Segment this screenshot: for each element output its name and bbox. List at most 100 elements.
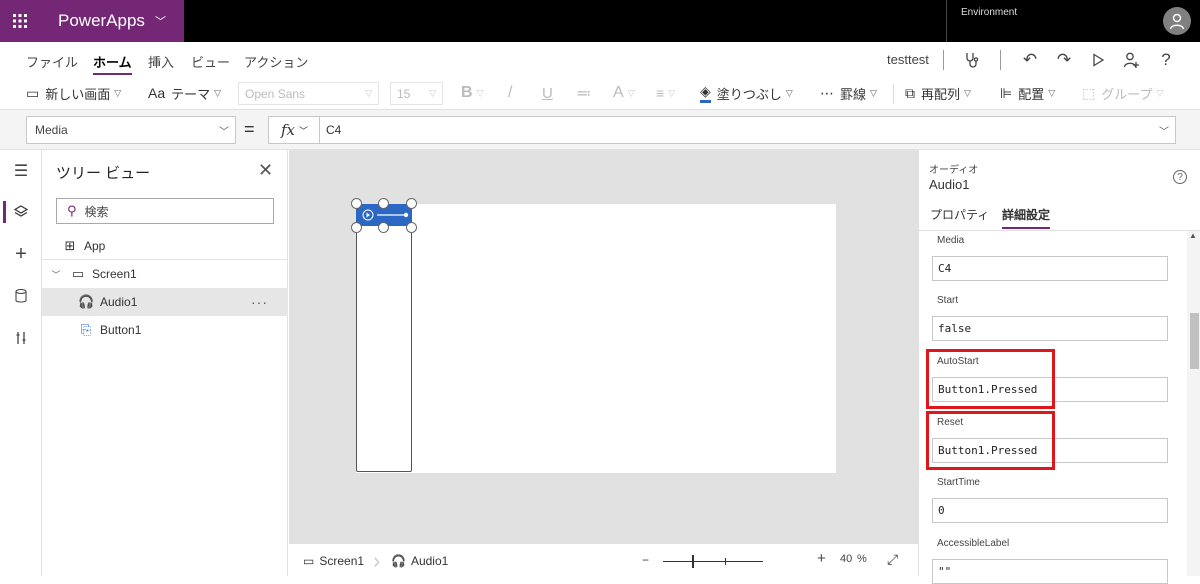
- expand-formula-icon[interactable]: ﹀: [1159, 123, 1169, 138]
- chevron-down-icon: ▽: [785, 87, 793, 98]
- tree-view-button[interactable]: [10, 201, 32, 223]
- property-select[interactable]: Media ﹀: [26, 116, 236, 144]
- new-screen-label: 新しい画面: [45, 86, 111, 102]
- resize-handle[interactable]: [378, 222, 389, 233]
- redo-icon: ↷: [1056, 50, 1072, 69]
- divider: [1000, 50, 1001, 70]
- chevron-down-icon: ▽: [365, 88, 372, 98]
- underline-icon: U: [542, 84, 553, 102]
- close-icon[interactable]: ✕: [258, 160, 273, 181]
- font-size-value: 15: [397, 86, 411, 101]
- tree-view-title: ツリー ビュー: [56, 165, 151, 182]
- zoom-slider-thumb[interactable]: [692, 555, 694, 568]
- strikethrough-button[interactable]: ≕: [576, 83, 591, 103]
- border-button[interactable]: ⋯ 罫線 ▽: [820, 83, 877, 103]
- font-family-select[interactable]: Open Sans ▽: [238, 82, 379, 105]
- tree-item-screen1[interactable]: ﹀ ▭ Screen1: [42, 260, 288, 288]
- avatar[interactable]: [1163, 7, 1191, 35]
- help-icon[interactable]: ?: [1173, 170, 1187, 184]
- hamburger-menu-button[interactable]: ☰: [10, 160, 32, 182]
- font-size-select[interactable]: 15 ▽: [390, 82, 443, 105]
- theme-button[interactable]: Aa テーマ ▽: [148, 83, 221, 103]
- resize-handle[interactable]: [378, 198, 389, 209]
- tree-item-audio1[interactable]: 🎧 Audio1 ···: [42, 288, 288, 316]
- resize-handle[interactable]: [351, 198, 362, 209]
- divider: [943, 50, 944, 70]
- breadcrumb-control[interactable]: 🎧 Audio1: [391, 554, 448, 568]
- screen-canvas[interactable]: [356, 204, 836, 473]
- more-options-button[interactable]: ···: [251, 294, 268, 310]
- left-rail: ☰ +: [0, 150, 42, 576]
- group-button[interactable]: ⬚ グループ ▽: [1082, 83, 1163, 103]
- paint-bucket-icon: ◈: [700, 83, 711, 103]
- tree-item-button1[interactable]: ⎘ Button1: [42, 316, 288, 344]
- app-checker-button[interactable]: [962, 50, 982, 70]
- chevron-down-icon: ▽: [476, 87, 484, 98]
- chevron-down-icon[interactable]: ﹀: [48, 268, 64, 281]
- fit-to-window-button[interactable]: ⤢: [887, 551, 898, 568]
- tab-properties[interactable]: プロパティ: [930, 206, 989, 223]
- advanced-tools-button[interactable]: [10, 327, 32, 349]
- breadcrumb-separator: ›: [373, 548, 381, 573]
- resize-handle[interactable]: [406, 222, 417, 233]
- reorder-icon: ⧉: [905, 84, 915, 101]
- environment-picker[interactable]: Environment: [946, 0, 1156, 42]
- redo-button[interactable]: ↷: [1054, 50, 1074, 70]
- function-button[interactable]: fx ﹀: [268, 116, 320, 144]
- zoom-slider-tick: [725, 558, 726, 565]
- breadcrumb-screen[interactable]: ▭ Screen1: [303, 554, 364, 568]
- tree-item-app[interactable]: ⊞ App: [42, 232, 288, 260]
- data-sources-button[interactable]: [10, 285, 32, 307]
- control-type: オーディオ: [929, 165, 979, 176]
- field-input-start[interactable]: false: [932, 316, 1168, 341]
- app-name-menu[interactable]: PowerApps ﹀: [40, 0, 184, 42]
- fill-button[interactable]: ◈ 塗りつぶし ▽: [700, 83, 793, 103]
- formula-input[interactable]: C4 ﹀: [319, 116, 1176, 144]
- zoom-unit: %: [857, 553, 867, 565]
- border-icon: ⋯: [820, 84, 834, 101]
- resize-handle[interactable]: [351, 222, 362, 233]
- user-name: testtest: [887, 52, 929, 67]
- scroll-up-icon[interactable]: ▲: [1189, 231, 1197, 240]
- field-input-starttime[interactable]: 0: [932, 498, 1168, 523]
- tab-insert[interactable]: 挿入: [148, 52, 174, 71]
- field-label-starttime: StartTime: [937, 477, 980, 488]
- resize-handle[interactable]: [406, 198, 417, 209]
- waffle-icon: [13, 14, 27, 28]
- new-screen-button[interactable]: ▭ 新しい画面 ▽: [26, 83, 121, 103]
- reorder-button[interactable]: ⧉ 再配列 ▽: [905, 83, 971, 103]
- tab-action[interactable]: アクション: [244, 52, 308, 71]
- bold-button[interactable]: B ▽: [461, 83, 483, 103]
- align-icon: ⊫: [1000, 84, 1013, 101]
- search-input[interactable]: ⚲ 検索: [56, 198, 274, 224]
- chevron-down-icon: ▽: [964, 87, 971, 98]
- zoom-in-button[interactable]: +: [817, 550, 826, 567]
- tab-view[interactable]: ビュー: [191, 52, 230, 71]
- breadcrumb-label: Audio1: [410, 554, 449, 568]
- app-icon: ⊞: [64, 238, 76, 253]
- zoom-out-button[interactable]: −: [642, 553, 649, 567]
- app-launcher-button[interactable]: [0, 0, 40, 42]
- help-button[interactable]: ?: [1156, 50, 1176, 70]
- tab-home[interactable]: ホーム: [93, 52, 132, 75]
- tab-file[interactable]: ファイル: [26, 52, 78, 71]
- italic-button[interactable]: /: [508, 83, 512, 103]
- tab-advanced[interactable]: 詳細設定: [1002, 206, 1051, 229]
- share-button[interactable]: [1122, 50, 1142, 70]
- text-align-button[interactable]: ≡ ▽: [656, 83, 675, 103]
- field-input-accessiblelabel[interactable]: "": [932, 559, 1168, 584]
- font-color-icon: A: [613, 84, 624, 101]
- insert-button[interactable]: +: [10, 243, 32, 265]
- scrollbar-thumb[interactable]: [1190, 313, 1199, 369]
- align-button[interactable]: ⊫ 配置 ▽: [1000, 83, 1055, 103]
- underline-button[interactable]: U: [542, 83, 553, 103]
- field-input-media[interactable]: C4: [932, 256, 1168, 281]
- zoom-slider[interactable]: [663, 555, 763, 568]
- font-color-button[interactable]: A ▽: [613, 83, 635, 103]
- audio-control[interactable]: [356, 204, 412, 472]
- tree-view-pane: ツリー ビュー ✕ ⚲ 検索 ⊞ App ﹀ ▭ Screen1 🎧 Audio…: [42, 150, 288, 576]
- headphones-icon: 🎧: [78, 294, 95, 309]
- properties-scrollbar[interactable]: ▲: [1187, 231, 1200, 576]
- undo-button[interactable]: ↶: [1020, 50, 1040, 70]
- preview-button[interactable]: [1088, 50, 1108, 70]
